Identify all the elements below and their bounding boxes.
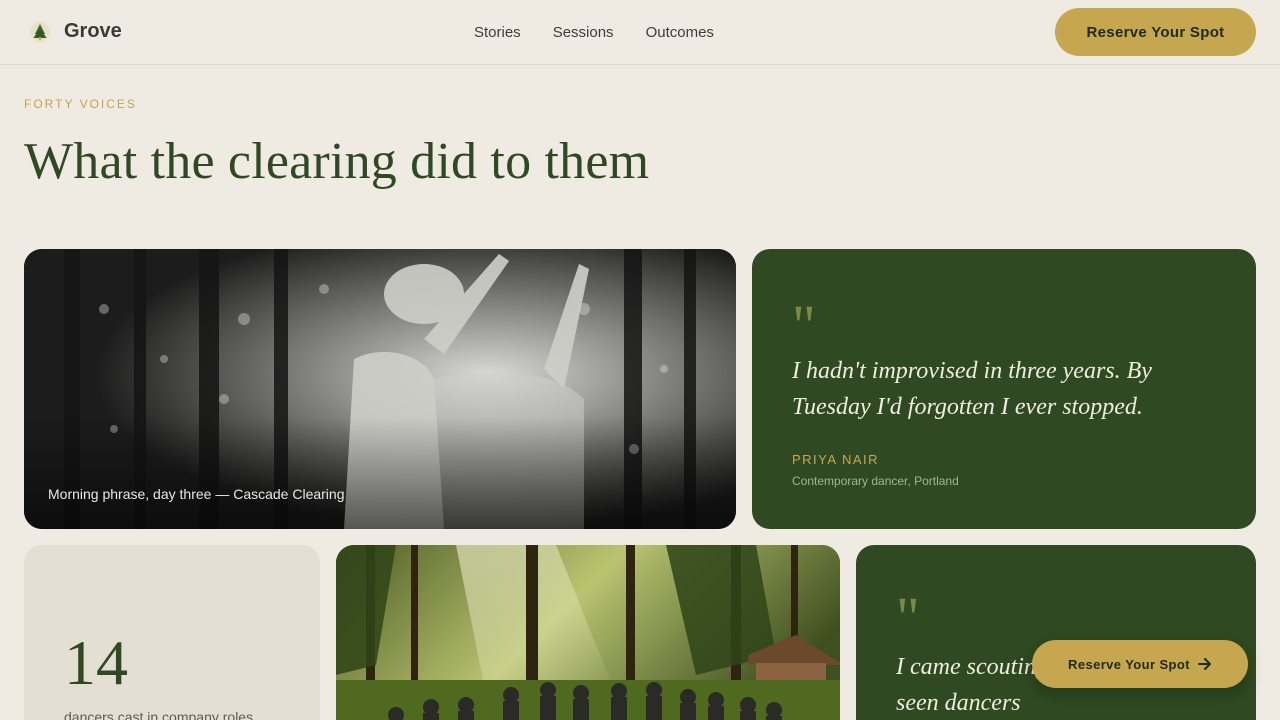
brand-name[interactable]: Grove (64, 20, 122, 43)
stat-card: 14 dancers cast in company roles (24, 545, 320, 720)
testimonial-text: I hadn't improvised in three years. By T… (792, 358, 1152, 420)
main-nav: Stories Sessions Outcomes (474, 24, 714, 41)
forest-circle-photo-card[interactable] (336, 545, 840, 720)
quote-mark-icon-2: " (896, 585, 920, 650)
testimonial-role: Contemporary dancer, Portland (792, 474, 959, 488)
photo-caption: Morning phrase, day three — Cascade Clea… (48, 486, 345, 502)
nav-link-sessions[interactable]: Sessions (553, 24, 614, 41)
testimonial-card: " I hadn't improvised in three years. By… (752, 249, 1256, 529)
stat-label: dancers cast in company roles (64, 709, 254, 720)
dancer-photo-card[interactable]: Morning phrase, day three — Cascade Clea… (24, 249, 736, 529)
forest-circle-photo (336, 545, 840, 720)
testimonial-card-2: " I came scouting because I'd never seen… (856, 545, 1256, 720)
arrow-right-icon (1197, 658, 1211, 670)
page-title: What the clearing did to them (24, 133, 650, 190)
section-eyebrow: FORTY VOICES (24, 97, 137, 111)
nav-link-outcomes[interactable]: Outcomes (646, 24, 714, 41)
nav-link-stories[interactable]: Stories (474, 24, 521, 41)
quote-mark-icon: " (792, 293, 816, 358)
floating-reserve-label: Reserve Your Spot (1068, 656, 1190, 672)
reserve-spot-button[interactable]: Reserve Your Spot (1055, 8, 1256, 56)
floating-reserve-button[interactable]: Reserve Your Spot (1032, 640, 1248, 688)
stat-number: 14 (64, 627, 128, 698)
testimonial-author: PRIYA NAIR (792, 452, 880, 467)
grove-logo-icon[interactable] (29, 21, 51, 43)
site-header: Grove Stories Sessions Outcomes Reserve … (0, 0, 1280, 65)
